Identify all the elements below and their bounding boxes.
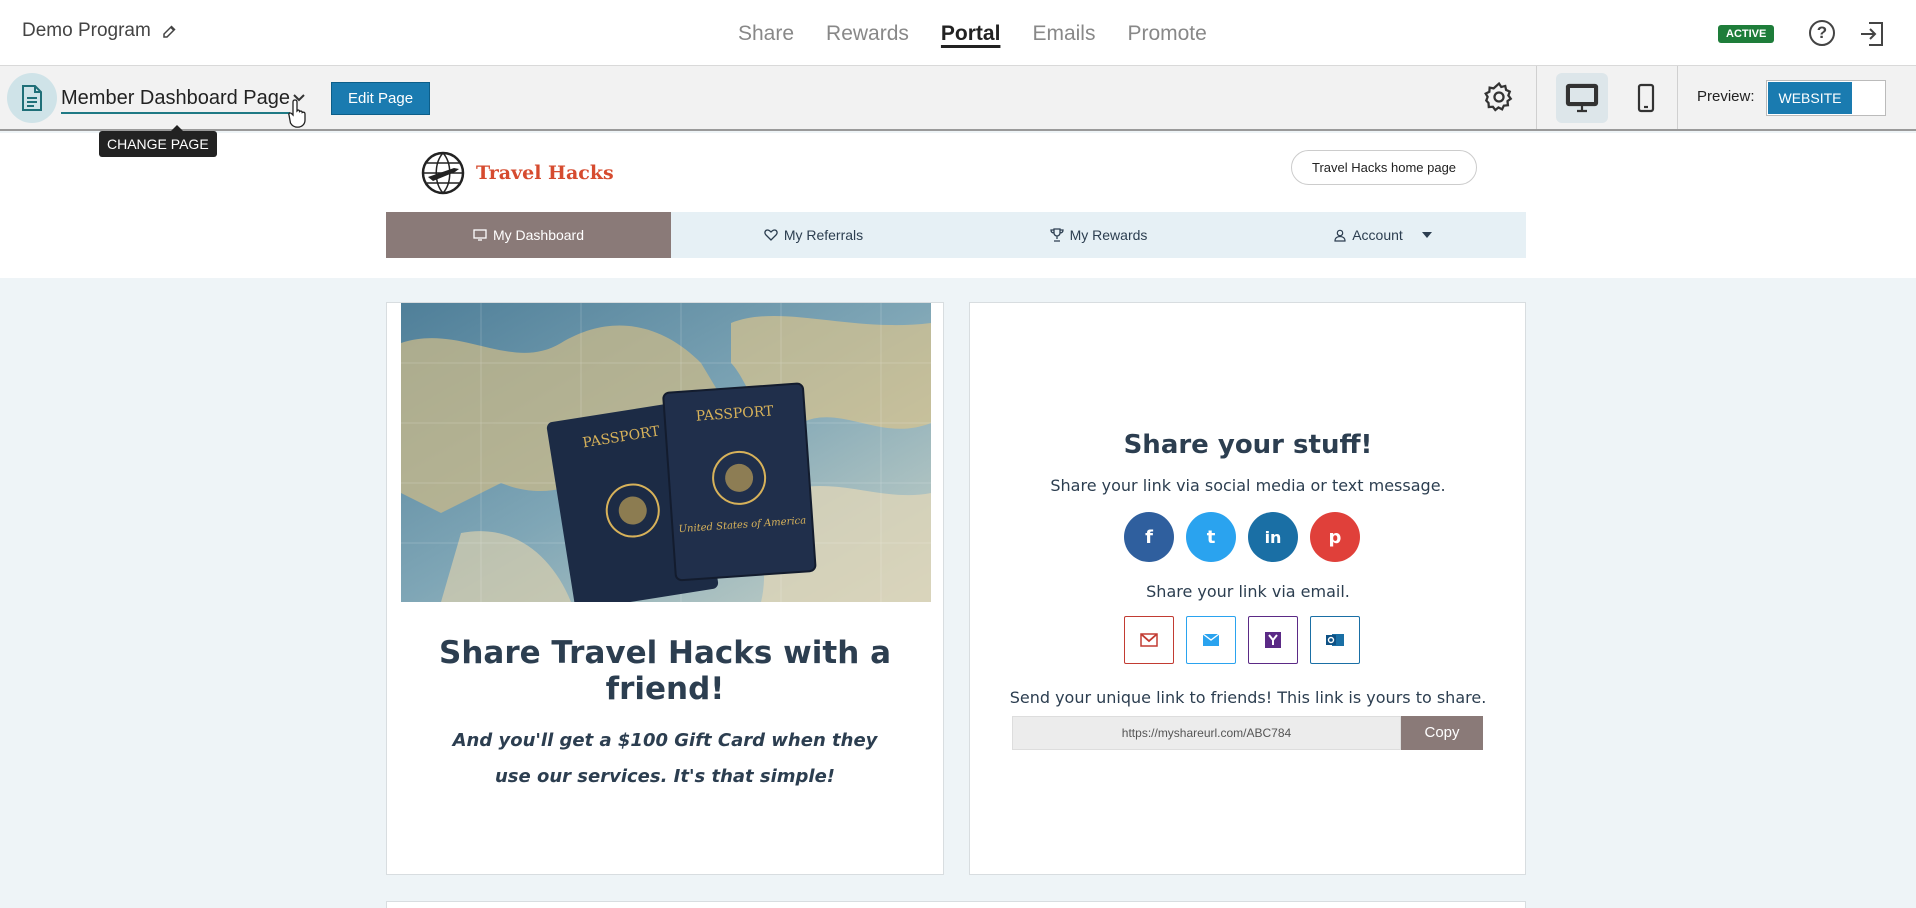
divider	[1677, 66, 1678, 129]
edit-page-button[interactable]: Edit Page	[331, 82, 431, 115]
promo-title: Share Travel Hacks with a friend!	[439, 635, 891, 707]
page-selector[interactable]: Member Dashboard Page	[61, 87, 291, 114]
program-title[interactable]: Demo Program	[22, 20, 179, 42]
social-share-text: Share your link via social media or text…	[1050, 476, 1446, 495]
next-section-cards	[386, 901, 1526, 908]
editor-bar: Member Dashboard Page Edit Page Preview:…	[0, 66, 1916, 131]
change-page-tooltip: CHANGE PAGE	[99, 125, 217, 157]
top-bar: Demo Program Share Rewards Portal Emails…	[0, 0, 1916, 66]
main-nav: Share Rewards Portal Emails Promote	[738, 22, 1207, 46]
pinterest-icon[interactable]: p	[1310, 512, 1360, 562]
share-card: Share your stuff! Share your link via so…	[969, 302, 1526, 875]
hand-cursor-icon	[288, 99, 306, 128]
gear-icon[interactable]	[1482, 80, 1516, 114]
home-page-button[interactable]: Travel Hacks home page	[1291, 150, 1478, 185]
desktop-view-button[interactable]	[1556, 73, 1608, 123]
caret-down-icon	[1421, 232, 1432, 238]
nav-promote[interactable]: Promote	[1127, 22, 1206, 46]
mobile-view-button[interactable]	[1620, 73, 1672, 123]
divider	[1536, 66, 1537, 129]
preview-mode: WEBSITE	[1768, 82, 1852, 114]
email-share-text: Share your link via email.	[1146, 582, 1350, 601]
copy-button[interactable]: Copy	[1401, 716, 1483, 750]
heart-icon	[764, 229, 778, 241]
mobile-icon	[1637, 83, 1655, 113]
share-title: Share your stuff!	[1123, 430, 1373, 460]
passport-photo: PASSPORT PASSPORT United States of Ameri…	[401, 303, 931, 602]
tab-rewards[interactable]: My Rewards	[956, 212, 1241, 258]
tab-label: Account	[1352, 227, 1403, 243]
tab-label: My Dashboard	[492, 227, 585, 243]
portal-tabs: My Dashboard My Referrals My Rewards Acc…	[386, 212, 1526, 258]
promo-subtitle: And you'll get a $100 Gift Card when the…	[452, 730, 878, 787]
brand-name: Travel Hacks	[476, 162, 614, 184]
program-name: Demo Program	[22, 20, 151, 41]
twitter-icon[interactable]: t	[1186, 512, 1236, 562]
preview-label: Preview:	[1697, 88, 1755, 105]
desktop-icon	[1565, 83, 1599, 113]
page-icon	[7, 73, 57, 123]
logout-icon[interactable]	[1858, 20, 1886, 48]
edit-icon[interactable]	[161, 22, 179, 40]
share-promo-card: PASSPORT PASSPORT United States of Ameri…	[386, 302, 944, 875]
linkedin-icon[interactable]: in	[1248, 512, 1298, 562]
email-icon[interactable]	[1186, 616, 1236, 664]
tab-dashboard[interactable]: My Dashboard	[386, 212, 671, 258]
trophy-icon	[1049, 228, 1064, 242]
unique-link-text: Send your unique link to friends! This l…	[1009, 688, 1487, 707]
portal-header: Travel Hacks Travel Hacks home page My D…	[0, 133, 1916, 278]
globe-plane-icon	[421, 151, 465, 195]
help-icon[interactable]: ?	[1809, 20, 1835, 46]
brand-logo[interactable]: Travel Hacks	[420, 150, 614, 196]
tab-label: My Referrals	[783, 227, 864, 243]
facebook-icon[interactable]: f	[1124, 512, 1174, 562]
nav-share[interactable]: Share	[738, 22, 794, 46]
email-buttons	[1124, 616, 1360, 664]
monitor-icon	[473, 229, 487, 241]
tab-account[interactable]: Account	[1241, 212, 1526, 258]
user-icon	[1334, 229, 1346, 242]
preview-toggle[interactable]: WEBSITE	[1766, 80, 1886, 116]
nav-rewards[interactable]: Rewards	[826, 22, 909, 46]
gmail-icon[interactable]	[1124, 616, 1174, 664]
tab-referrals[interactable]: My Referrals	[671, 212, 956, 258]
nav-portal[interactable]: Portal	[941, 22, 1001, 46]
nav-emails[interactable]: Emails	[1032, 22, 1095, 46]
outlook-icon[interactable]	[1310, 616, 1360, 664]
social-buttons: f t in p	[1124, 512, 1360, 562]
share-link-row: https://myshareurl.com/ABC784 Copy	[1012, 716, 1483, 750]
tab-label: My Rewards	[1069, 227, 1148, 243]
share-url-field[interactable]: https://myshareurl.com/ABC784	[1012, 716, 1401, 750]
status-badge: ACTIVE	[1718, 25, 1775, 43]
yahoo-icon[interactable]	[1248, 616, 1298, 664]
